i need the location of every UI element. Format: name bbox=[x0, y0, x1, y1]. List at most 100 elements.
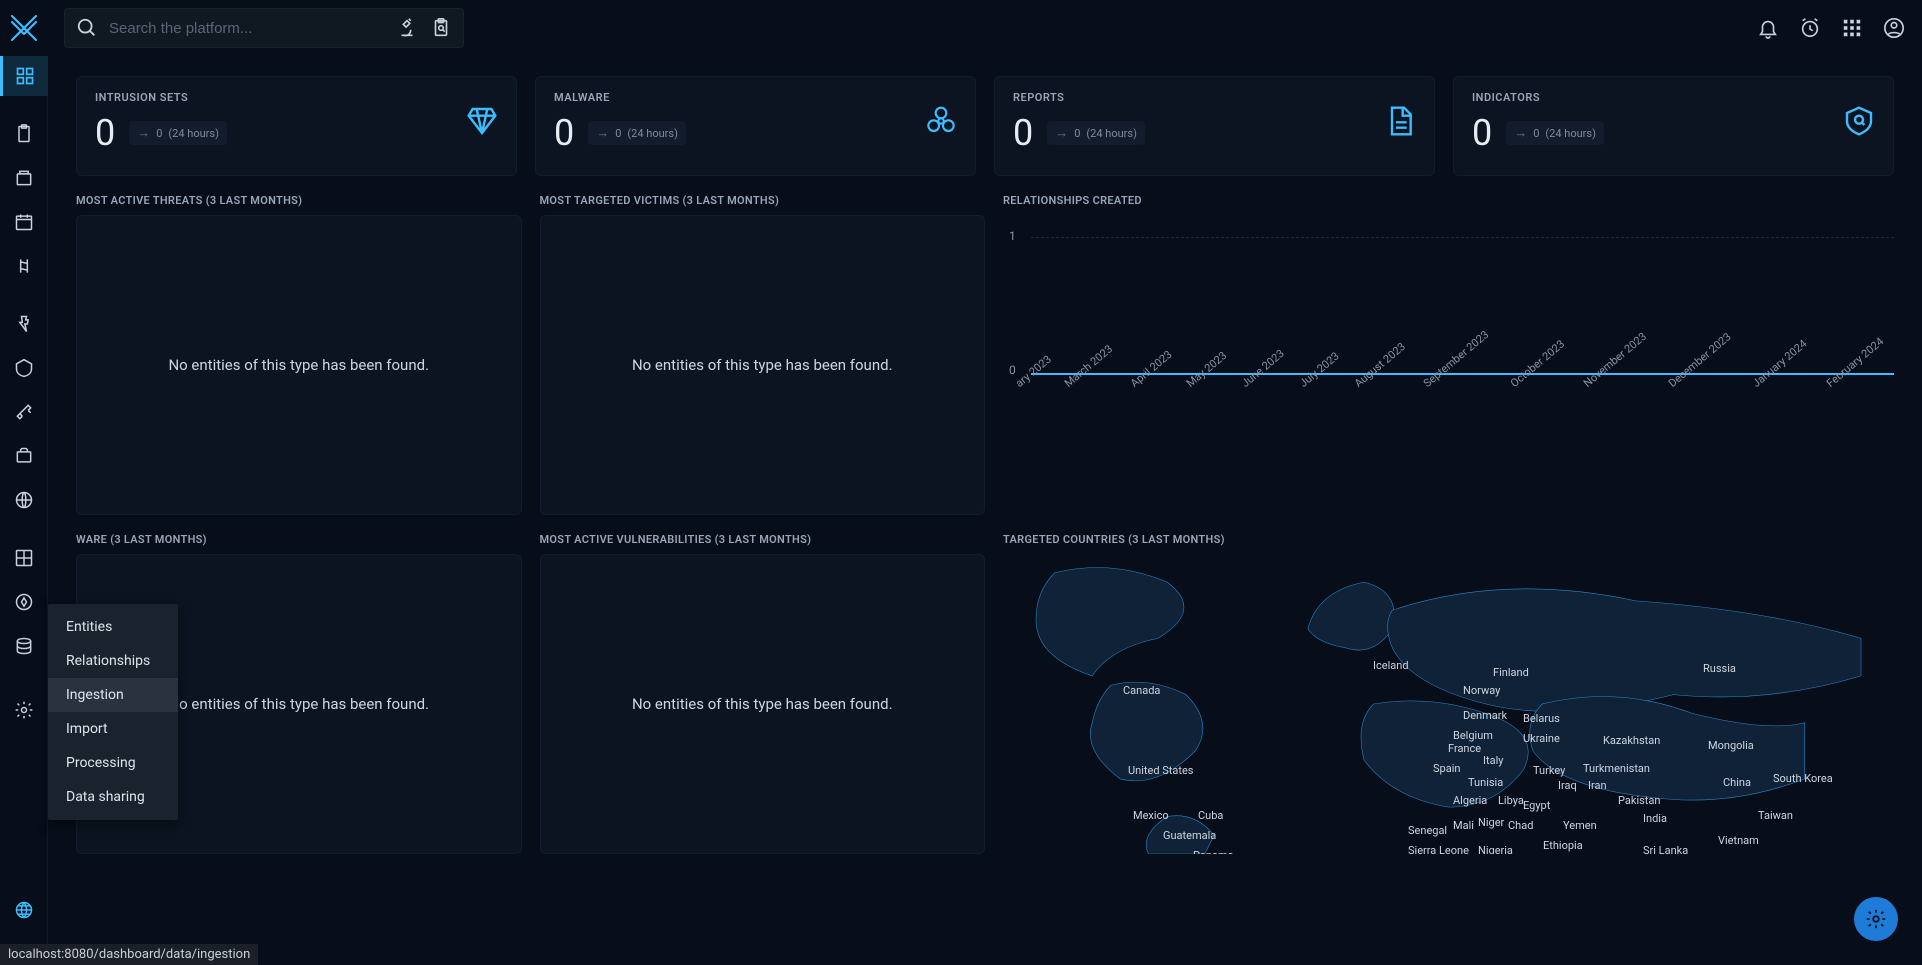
panel-vulnerabilities: MOST ACTIVE VULNERABILITIES (3 LAST MONT… bbox=[540, 533, 986, 854]
chart-month: August 2023 bbox=[1352, 340, 1408, 390]
chart-month: ary 2023 bbox=[1013, 353, 1054, 390]
country-label: Niger bbox=[1478, 816, 1504, 829]
chart-x-axis: ary 2023 March 2023 April 2023 May 2023 … bbox=[1013, 380, 1894, 393]
sidebar-item-data[interactable] bbox=[4, 626, 44, 666]
globe-toggle-icon[interactable] bbox=[4, 890, 44, 930]
chart-month: December 2023 bbox=[1666, 330, 1734, 390]
sidebar-item-dashboard[interactable] bbox=[0, 56, 48, 96]
country-label: Turkmenistan bbox=[1583, 762, 1650, 775]
stat-card-reports[interactable]: REPORTS 0 → 0 (24 hours) bbox=[994, 76, 1435, 176]
sidebar-item-arsenal[interactable] bbox=[4, 348, 44, 388]
submenu-relationships[interactable]: Relationships bbox=[48, 644, 178, 678]
search-box[interactable] bbox=[64, 8, 464, 48]
trend-period: (24 hours) bbox=[168, 127, 219, 140]
country-label: Mongolia bbox=[1708, 739, 1754, 752]
country-label: Sierra Leone bbox=[1408, 844, 1469, 854]
sidebar-item-entities[interactable] bbox=[4, 436, 44, 476]
submenu-entities[interactable]: Entities bbox=[48, 610, 178, 644]
arrow-right-icon: → bbox=[1055, 125, 1068, 141]
account-icon[interactable] bbox=[1882, 16, 1906, 40]
search-icon bbox=[75, 16, 99, 40]
sidebar: › Entities Relationships Ingestion Impor… bbox=[0, 56, 48, 965]
panel-label: MOST ACTIVE VULNERABILITIES (3 LAST MONT… bbox=[540, 533, 986, 546]
country-label: Iraq bbox=[1558, 779, 1577, 792]
panel-map: TARGETED COUNTRIES (3 LAST MONTHS) bbox=[1003, 533, 1894, 854]
panel-label: MOST TARGETED VICTIMS (3 LAST MONTHS) bbox=[540, 194, 986, 207]
stat-title: REPORTS bbox=[1013, 91, 1416, 104]
shield-search-icon bbox=[1843, 105, 1875, 137]
grid-apps-icon[interactable] bbox=[1840, 16, 1864, 40]
panel-body: No entities of this type has been found. bbox=[540, 215, 986, 515]
country-label: China bbox=[1723, 776, 1751, 789]
document-icon bbox=[1384, 105, 1416, 137]
panel-label: RELATIONSHIPS CREATED bbox=[1003, 194, 1894, 207]
alarm-icon[interactable] bbox=[1798, 16, 1822, 40]
topbar-right bbox=[1756, 16, 1906, 40]
panel-body: No entities of this type has been found. bbox=[540, 554, 986, 854]
country-label: Turkey bbox=[1533, 764, 1565, 777]
panel-relationships: RELATIONSHIPS CREATED 1 0 ary 2023 March… bbox=[1003, 194, 1894, 515]
trend-value: 0 bbox=[1533, 127, 1539, 140]
chart-month: October 2023 bbox=[1508, 337, 1567, 390]
sidebar-item-settings[interactable] bbox=[4, 690, 44, 730]
country-label: Italy bbox=[1483, 754, 1503, 767]
country-label: Algeria bbox=[1453, 794, 1487, 807]
arrow-right-icon: → bbox=[596, 125, 609, 141]
sidebar-item-observations[interactable] bbox=[4, 246, 44, 286]
world-map[interactable]: Iceland Canada Finland Russia Norway Den… bbox=[1003, 554, 1894, 854]
stat-trend-badge: → 0 (24 hours) bbox=[588, 121, 686, 145]
trend-value: 0 bbox=[615, 127, 621, 140]
app-logo[interactable] bbox=[0, 0, 48, 56]
stat-card-intrusion-sets[interactable]: INTRUSION SETS 0 → 0 (24 hours) bbox=[76, 76, 517, 176]
country-label: Ukraine bbox=[1523, 732, 1560, 745]
country-label: Sri Lanka bbox=[1643, 844, 1688, 854]
empty-text: No entities of this type has been found. bbox=[168, 356, 429, 374]
country-label: France bbox=[1448, 742, 1481, 755]
country-label: Kazakhstan bbox=[1603, 734, 1660, 747]
chart-ytick-1: 1 bbox=[1009, 229, 1016, 243]
chart-month: June 2023 bbox=[1239, 347, 1287, 390]
country-label: United States bbox=[1128, 764, 1193, 777]
country-label: Norway bbox=[1463, 684, 1500, 697]
country-label: Belarus bbox=[1523, 712, 1560, 725]
panel-label: TARGETED COUNTRIES (3 LAST MONTHS) bbox=[1003, 533, 1894, 546]
empty-text: No entities of this type has been found. bbox=[632, 695, 893, 713]
sidebar-item-dashboards[interactable] bbox=[4, 538, 44, 578]
chart-month: February 2024 bbox=[1824, 335, 1886, 390]
sidebar-item-techniques[interactable] bbox=[4, 392, 44, 432]
diamond-icon bbox=[466, 105, 498, 137]
customize-fab[interactable] bbox=[1854, 897, 1898, 941]
chart-month: January 2024 bbox=[1750, 337, 1809, 390]
stat-value: 0 bbox=[1472, 112, 1492, 154]
submenu-ingestion[interactable]: Ingestion bbox=[48, 678, 178, 712]
trend-value: 0 bbox=[156, 127, 162, 140]
country-label: Yemen bbox=[1563, 819, 1597, 832]
stat-title: MALWARE bbox=[554, 91, 957, 104]
country-label: Canada bbox=[1123, 684, 1160, 697]
sidebar-item-analyses[interactable] bbox=[4, 114, 44, 154]
country-label: Panama bbox=[1193, 849, 1234, 854]
topbar bbox=[0, 0, 1922, 56]
bell-icon[interactable] bbox=[1756, 16, 1780, 40]
submenu-processing[interactable]: Processing bbox=[48, 746, 178, 780]
sidebar-item-locations[interactable] bbox=[4, 480, 44, 520]
stat-card-malware[interactable]: MALWARE 0 → 0 (24 hours) bbox=[535, 76, 976, 176]
stat-card-indicators[interactable]: INDICATORS 0 → 0 (24 hours) bbox=[1453, 76, 1894, 176]
microscope-icon[interactable] bbox=[395, 16, 419, 40]
country-label: Russia bbox=[1703, 662, 1736, 675]
clipboard-search-icon[interactable] bbox=[429, 16, 453, 40]
sidebar-item-investigations[interactable] bbox=[4, 582, 44, 622]
panel-victims: MOST TARGETED VICTIMS (3 LAST MONTHS) No… bbox=[540, 194, 986, 515]
country-label: Spain bbox=[1433, 762, 1460, 775]
sidebar-item-events[interactable] bbox=[4, 202, 44, 242]
panel-label: WARE (3 LAST MONTHS) bbox=[76, 533, 522, 546]
country-label: Chad bbox=[1508, 819, 1533, 832]
country-label: Guatemala bbox=[1163, 829, 1216, 842]
sidebar量--threats[interactable] bbox=[4, 304, 44, 344]
panel-row-3: WARE (3 LAST MONTHS) No entities of this… bbox=[76, 533, 1894, 854]
sidebar-item-cases[interactable] bbox=[4, 158, 44, 198]
submenu-data-sharing[interactable]: Data sharing bbox=[48, 780, 178, 814]
submenu-import[interactable]: Import bbox=[48, 712, 178, 746]
trend-period: (24 hours) bbox=[1086, 127, 1137, 140]
search-input[interactable] bbox=[109, 20, 385, 37]
